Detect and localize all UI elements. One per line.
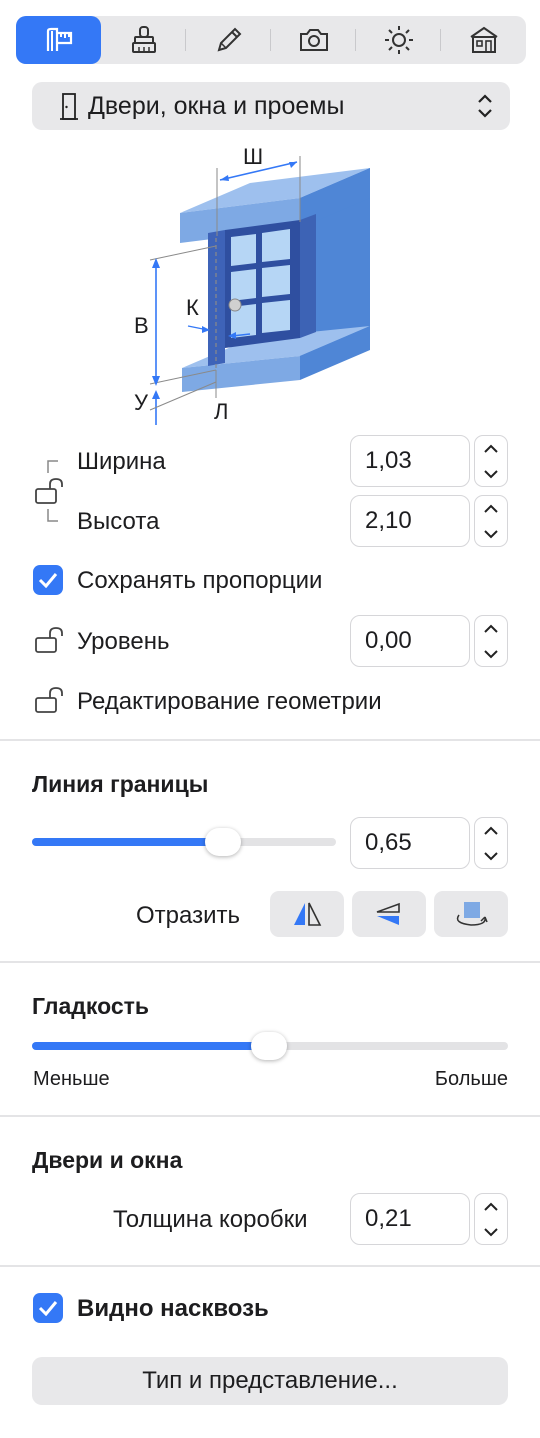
edit-geometry-label: Редактирование геометрии (77, 688, 382, 715)
border-line-slider[interactable] (32, 838, 336, 846)
tab-pencil[interactable] (186, 16, 271, 64)
flip-horizontal-icon (294, 902, 322, 926)
flip-label: Отразить (136, 902, 240, 929)
width-label: Ширина (77, 448, 166, 475)
tool-tabs (16, 16, 526, 64)
door-icon (60, 93, 78, 120)
chevron-up-down-icon (478, 94, 492, 118)
tab-building[interactable] (441, 16, 526, 64)
chevron-down-icon[interactable] (482, 1226, 500, 1238)
checkmark-icon (38, 573, 58, 588)
flip-vertical-icon (376, 902, 400, 925)
see-through-checkbox[interactable] (33, 1293, 63, 1323)
rotate-button[interactable] (434, 891, 508, 937)
diagram-label-height: В (134, 313, 149, 338)
level-lock-icon[interactable] (34, 626, 70, 656)
frame-thickness-stepper[interactable] (474, 1193, 508, 1245)
keep-proportions-label: Сохранять пропорции (77, 567, 323, 594)
frame-thickness-field[interactable]: 0,21 (350, 1193, 470, 1245)
tab-camera[interactable] (271, 16, 356, 64)
height-field[interactable]: 2,10 (350, 495, 470, 547)
category-label: Двери, окна и проемы (88, 91, 345, 120)
level-label: Уровень (77, 628, 170, 655)
border-line-stepper[interactable] (474, 817, 508, 869)
chevron-up-icon[interactable] (482, 443, 500, 455)
chevron-up-icon[interactable] (482, 825, 500, 837)
lock-icon[interactable] (34, 477, 70, 507)
diagram-label-level: У (134, 390, 149, 415)
border-line-slider-fill (32, 838, 224, 846)
chevron-down-icon[interactable] (482, 468, 500, 480)
category-dropdown[interactable]: Двери, окна и проемы (32, 82, 510, 130)
door-window-measure-icon (46, 27, 72, 51)
border-line-title: Линия границы (32, 771, 209, 797)
chevron-down-icon[interactable] (482, 850, 500, 862)
doors-windows-title: Двери и окна (32, 1147, 183, 1173)
paint-brush-icon (131, 26, 156, 53)
edit-geometry-lock-icon[interactable] (34, 686, 70, 716)
smoothness-more-label: Больше (434, 1068, 508, 1090)
smoothness-title: Гладкость (32, 993, 150, 1019)
level-field[interactable]: 0,00 (350, 615, 470, 667)
chevron-down-icon[interactable] (482, 528, 500, 540)
checkmark-icon (38, 1301, 58, 1316)
chevron-up-icon[interactable] (482, 623, 500, 635)
frame-thickness-label: Толщина коробки (113, 1206, 308, 1233)
smoothness-less-label: Меньше (33, 1068, 110, 1090)
border-line-field[interactable]: 0,65 (350, 817, 470, 869)
tab-door-window-measure[interactable] (16, 16, 101, 64)
flip-horizontal-button[interactable] (270, 891, 344, 937)
see-through-label: Видно насквозь (77, 1295, 269, 1322)
divider (0, 739, 540, 741)
chevron-up-icon[interactable] (482, 1201, 500, 1213)
window-diagram: Ш В К У Л (134, 144, 370, 425)
flip-vertical-button[interactable] (352, 891, 426, 937)
height-stepper[interactable] (474, 495, 508, 547)
chevron-down-icon[interactable] (482, 648, 500, 660)
width-stepper[interactable] (474, 435, 508, 487)
divider (0, 1115, 540, 1117)
width-field[interactable]: 1,03 (350, 435, 470, 487)
tab-light[interactable] (356, 16, 441, 64)
chevron-up-icon[interactable] (482, 503, 500, 515)
divider (0, 1265, 540, 1267)
diagram-label-depth: К (186, 295, 199, 320)
camera-icon (299, 29, 328, 51)
height-label: Высота (77, 508, 160, 535)
diagram-label-width: Ш (243, 144, 263, 169)
sun-icon (384, 26, 413, 54)
keep-proportions-checkbox[interactable] (33, 565, 63, 595)
type-and-representation-button[interactable]: Тип и представление... (32, 1357, 508, 1405)
tab-materials[interactable] (101, 16, 186, 64)
border-line-slider-knob[interactable] (205, 828, 241, 856)
smoothness-slider-fill (32, 1042, 270, 1050)
pencil-icon (217, 27, 241, 52)
diagram-label-side: Л (214, 399, 228, 424)
rotate-icon (456, 902, 488, 926)
building-icon (469, 26, 498, 53)
smoothness-slider-knob[interactable] (251, 1032, 287, 1060)
divider (0, 961, 540, 963)
level-stepper[interactable] (474, 615, 508, 667)
